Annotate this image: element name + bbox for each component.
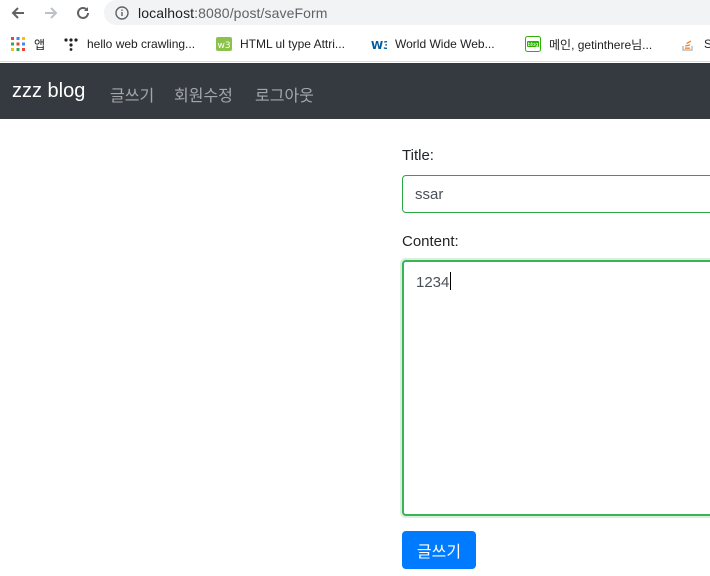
nav-link-write[interactable]: 글쓰기 (110, 82, 154, 106)
url-host: localhost (138, 4, 195, 21)
nav-link-logout[interactable]: 로그아웃 (255, 82, 314, 106)
bookmark-label: HTML ul type Attri... (240, 37, 345, 51)
content-label: Content: (402, 233, 459, 250)
title-input[interactable]: ssar (402, 175, 710, 213)
bookmark-label: 메인, getinthere님... (549, 37, 653, 52)
back-arrow-icon[interactable] (7, 3, 29, 23)
bookmark-html-ul-type[interactable]: w3 HTML ul type Attri... (216, 35, 345, 53)
submit-button[interactable]: 글쓰기 (402, 531, 476, 569)
content-textarea[interactable]: 1234 (402, 260, 710, 516)
content-textarea-value: 1234 (416, 274, 450, 291)
title-label: Title: (402, 147, 434, 164)
apps-grid-icon (10, 36, 26, 52)
forward-arrow-icon[interactable] (40, 3, 62, 23)
reload-icon[interactable] (72, 3, 94, 23)
blog-icon: blog (525, 36, 541, 52)
dots-logo-icon (63, 36, 79, 52)
bookmark-label: S (704, 37, 710, 51)
bookmark-blog-main[interactable]: blog 메인, getinthere님... (525, 35, 652, 53)
text-caret (450, 272, 452, 290)
url-text: localhost:8080/post/saveForm (138, 5, 328, 21)
browser-toolbar: localhost:8080/post/saveForm (0, 0, 710, 27)
url-path: :8080/post/saveForm (194, 4, 328, 21)
bookmark-label: 앱 (34, 37, 46, 52)
w3c-icon: W3 (371, 36, 387, 52)
svg-text:W3: W3 (371, 39, 387, 50)
bookmark-label: World Wide Web... (395, 37, 495, 51)
stackoverflow-icon (680, 36, 696, 52)
address-bar[interactable]: localhost:8080/post/saveForm (104, 0, 710, 25)
bookmark-stackoverflow[interactable]: S (680, 35, 710, 53)
bookmark-apps[interactable]: 앱 (10, 35, 45, 53)
brand-link[interactable]: zzz blog (12, 80, 85, 103)
info-icon[interactable] (114, 5, 130, 21)
bookmark-label: hello web crawling... (87, 37, 196, 51)
nav-link-edit-profile[interactable]: 회원수정 (174, 82, 233, 106)
bookmark-world-wide-web[interactable]: W3 World Wide Web... (371, 35, 495, 53)
svg-text:blog: blog (528, 42, 539, 48)
site-navbar: zzz blog 글쓰기 회원수정 로그아웃 (0, 63, 710, 119)
svg-text:w3: w3 (217, 41, 230, 51)
bookmark-hello-web-crawling[interactable]: hello web crawling... (63, 35, 195, 53)
title-input-value: ssar (415, 185, 444, 203)
w3-green-icon: w3 (216, 36, 232, 52)
bookmarks-bar: 앱 hello web crawling... w3 HTML ul type … (0, 27, 710, 62)
